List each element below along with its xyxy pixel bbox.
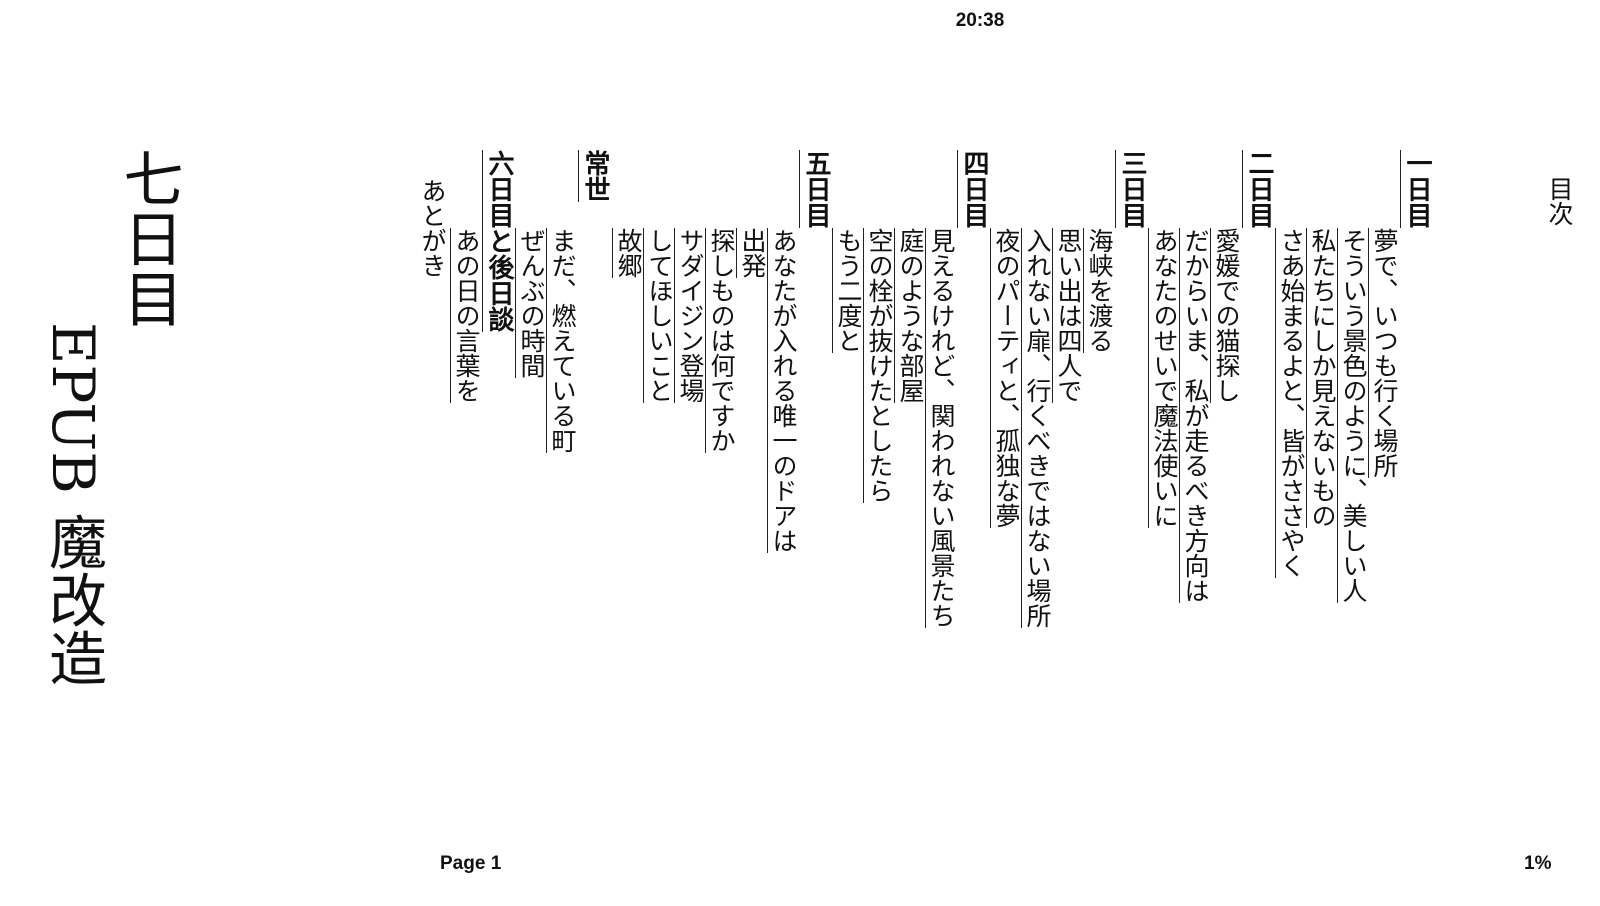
toc-chapter-6[interactable]: 六日目と後日談 <box>482 150 514 332</box>
toc-item-5-4[interactable]: サダイジン登場 <box>674 228 705 403</box>
toc-chapter-1[interactable]: 一日目 <box>1400 150 1432 228</box>
book-title: 七日目 <box>113 148 183 328</box>
toc-item-5-6[interactable]: 故郷 <box>612 228 643 278</box>
toc-item-5-2[interactable]: 出発 <box>736 228 767 278</box>
toc-item-3-1[interactable]: 海峡を渡る <box>1083 228 1114 353</box>
toc-item-2-2[interactable]: だからいま、私が走るべき方向は <box>1179 228 1210 603</box>
book-subtitle: EPUB 魔改造 <box>39 322 107 687</box>
toc-item-5-1[interactable]: あなたが入れる唯一のドアは <box>767 228 798 553</box>
toc-item-3-3[interactable]: 入れない扉、行くべきではない場所 <box>1021 228 1052 628</box>
toc-item-3-2[interactable]: 思い出は四人で <box>1052 228 1083 403</box>
toc-item-1-3[interactable]: 私たちにしか見えないもの <box>1306 228 1337 528</box>
toc-chapter-tokoyo[interactable]: 常世 <box>578 150 610 202</box>
toc-item-4-3[interactable]: 空の栓が抜けたとしたら <box>863 228 894 503</box>
toc-chapter-4[interactable]: 四日目 <box>957 150 989 228</box>
toc-item-5-3[interactable]: 探しものは何ですか <box>705 228 736 453</box>
page-indicator: Page 1 <box>440 853 502 874</box>
toc-chapter-5[interactable]: 五日目 <box>799 150 831 228</box>
toc-afterword[interactable]: あとがき <box>418 178 447 278</box>
progress-percent: 1% <box>1524 853 1552 874</box>
status-time: 20:38 <box>955 10 1005 31</box>
toc-item-4-1[interactable]: 見えるけれど、関われない風景たち <box>925 228 956 628</box>
toc-item-6-1[interactable]: まだ、燃えている町 <box>546 228 577 453</box>
toc-heading: 目次 <box>1545 176 1574 226</box>
toc-item-4-2[interactable]: 庭のような部屋 <box>894 228 925 403</box>
toc-chapter-3[interactable]: 三日目 <box>1115 150 1147 228</box>
toc-item-2-1[interactable]: 愛媛での猫探し <box>1210 228 1241 403</box>
toc-item-1-2[interactable]: そういう景色のように、美しい人 <box>1337 228 1368 603</box>
toc-item-4-4[interactable]: もう二度と <box>832 228 863 353</box>
toc-item-1-1[interactable]: 夢で、いつも行く場所 <box>1368 228 1399 478</box>
toc-chapter-2[interactable]: 二日目 <box>1242 150 1274 228</box>
toc-item-7-1[interactable]: あの日の言葉を <box>450 228 481 403</box>
toc-item-6-2[interactable]: ぜんぶの時間 <box>515 228 546 378</box>
toc-item-2-3[interactable]: あなたのせいで魔法使いに <box>1148 228 1179 528</box>
toc-item-5-5[interactable]: してほしいこと <box>643 228 674 403</box>
toc-item-1-4[interactable]: さあ始まるよと、皆がささやく <box>1275 228 1306 578</box>
toc-item-3-4[interactable]: 夜のパーティと、孤独な夢 <box>990 228 1021 528</box>
